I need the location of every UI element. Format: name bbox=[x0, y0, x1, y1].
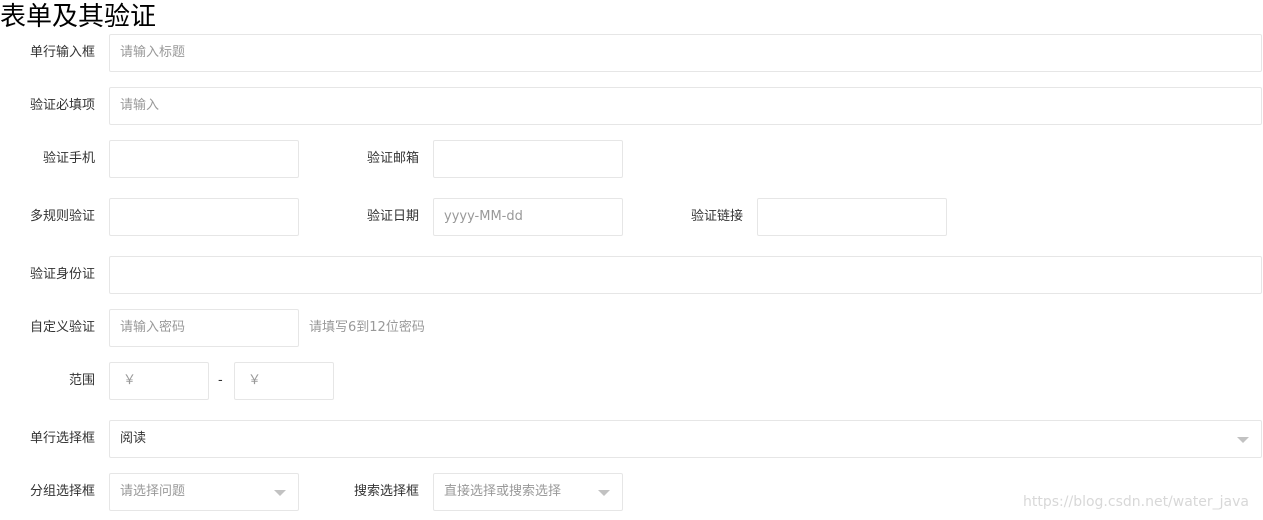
triangle-down-icon bbox=[274, 490, 286, 496]
search-select-placeholder: 直接选择或搜索选择 bbox=[444, 484, 562, 499]
password-hint: 请填写6到12位密码 bbox=[309, 320, 425, 335]
triangle-down-icon bbox=[598, 490, 610, 496]
range-label: 范围 bbox=[68, 373, 95, 388]
id-card-input-label: 验证身份证 bbox=[29, 267, 95, 282]
multi-rule-input-label: 多规则验证 bbox=[29, 209, 95, 224]
single-select-label: 单行选择框 bbox=[29, 431, 95, 446]
date-input-label: 验证日期 bbox=[366, 209, 419, 224]
single-select-value: 阅读 bbox=[120, 431, 147, 446]
phone-input-label: 验证手机 bbox=[42, 151, 95, 166]
watermark-text: https://blog.csdn.net/water_java bbox=[1023, 494, 1249, 510]
phone-input[interactable] bbox=[109, 140, 299, 178]
group-select-label: 分组选择框 bbox=[29, 484, 95, 499]
required-input-placeholder: 请输入 bbox=[120, 98, 160, 113]
password-input[interactable]: 请输入密码 bbox=[109, 309, 299, 347]
date-input-placeholder: yyyy-MM-dd bbox=[444, 209, 523, 224]
required-input[interactable]: 请输入 bbox=[109, 87, 1262, 125]
email-input-label: 验证邮箱 bbox=[366, 151, 419, 166]
title-input-label: 单行输入框 bbox=[29, 45, 95, 60]
triangle-down-icon bbox=[1237, 437, 1249, 443]
multi-rule-input[interactable] bbox=[109, 198, 299, 236]
group-select[interactable]: 请选择问题 bbox=[109, 473, 299, 511]
range-min-placeholder: ￥ bbox=[123, 373, 137, 388]
password-input-placeholder: 请输入密码 bbox=[120, 320, 186, 335]
single-select[interactable]: 阅读 bbox=[109, 420, 1262, 458]
password-input-label: 自定义验证 bbox=[29, 320, 95, 335]
range-min-input[interactable]: ￥ bbox=[109, 362, 209, 400]
email-input[interactable] bbox=[433, 140, 623, 178]
url-input-label: 验证链接 bbox=[690, 209, 743, 224]
id-card-input[interactable] bbox=[109, 256, 1262, 294]
search-select-label: 搜索选择框 bbox=[353, 484, 419, 499]
title-input[interactable]: 请输入标题 bbox=[109, 34, 1262, 72]
range-separator: - bbox=[218, 373, 223, 388]
page-title: 表单及其验证 bbox=[0, 2, 157, 32]
search-select[interactable]: 直接选择或搜索选择 bbox=[433, 473, 623, 511]
date-input[interactable]: yyyy-MM-dd bbox=[433, 198, 623, 236]
url-input[interactable] bbox=[757, 198, 947, 236]
required-input-label: 验证必填项 bbox=[29, 98, 95, 113]
range-max-placeholder: ￥ bbox=[248, 373, 262, 388]
title-input-placeholder: 请输入标题 bbox=[120, 45, 186, 60]
group-select-placeholder: 请选择问题 bbox=[120, 484, 186, 499]
range-max-input[interactable]: ￥ bbox=[234, 362, 334, 400]
